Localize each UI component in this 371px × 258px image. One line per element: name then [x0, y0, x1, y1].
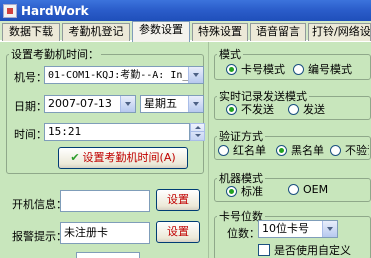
mode-number-label: 编号模式: [308, 63, 352, 76]
custom-bits-checkbox[interactable]: 是否使用自定义: [258, 242, 351, 258]
verify-none-radio[interactable]: 不验证: [330, 142, 369, 158]
tab-bell-network[interactable]: 打铃/网络设: [308, 23, 371, 41]
alert-tip-input[interactable]: 未注册卡: [60, 222, 150, 244]
realtime-no-send-radio[interactable]: 不发送: [226, 101, 274, 117]
machine-mode-standard-radio[interactable]: 标准: [226, 183, 263, 199]
verify-red-list-label: 红名单: [233, 144, 266, 157]
chevron-down-icon[interactable]: [188, 67, 203, 83]
time-spinner[interactable]: [190, 123, 205, 141]
partial-field[interactable]: [76, 252, 140, 258]
mode-card-radio[interactable]: 卡号模式: [226, 61, 285, 77]
set-machine-time-label: 设置考勤机时间(A): [82, 151, 176, 164]
radio-unselected-icon: [288, 184, 299, 195]
radio-unselected-icon: [293, 63, 304, 75]
radio-selected-icon: [226, 103, 237, 115]
tab-voice-message[interactable]: 语音留言: [250, 23, 306, 41]
date-picker[interactable]: 2007-07-13: [44, 95, 136, 113]
chevron-down-icon[interactable]: [120, 96, 135, 112]
tab-machine-register[interactable]: 考勤机登记: [62, 23, 130, 41]
checkmark-icon: ✔: [70, 151, 80, 164]
realtime-send-label: 发送: [303, 103, 325, 116]
card-bits-select[interactable]: 10位卡号: [258, 220, 338, 238]
radio-selected-icon: [226, 185, 237, 197]
set-machine-time-button[interactable]: ✔ 设置考勤机时间(A): [58, 147, 188, 169]
machine-label: 机号：: [14, 71, 47, 84]
radio-unselected-icon: [288, 103, 299, 115]
verify-black-list-radio[interactable]: 黑名单: [276, 142, 324, 158]
weekday-select[interactable]: 星期五: [140, 95, 204, 113]
window-title: HardWork: [21, 3, 89, 18]
machine-select-value: 01-COM1-KQJ:考勤--A: In_Out-: [48, 70, 204, 81]
startup-info-input[interactable]: [60, 190, 150, 212]
card-bits-value: 10位卡号: [262, 222, 309, 235]
date-label: 日期：: [14, 100, 47, 113]
machine-mode-oem-radio[interactable]: OEM: [288, 183, 328, 196]
mode-number-radio[interactable]: 编号模式: [293, 61, 352, 77]
tab-parameter-settings[interactable]: 参数设置: [132, 21, 190, 42]
spin-up-icon[interactable]: [191, 124, 204, 132]
radio-unselected-icon: [218, 144, 229, 156]
time-settings-legend: 设置考勤机时间：: [11, 48, 99, 61]
mode-card-label: 卡号模式: [241, 63, 285, 76]
date-value: 2007-07-13: [48, 97, 112, 110]
weekday-value: 星期五: [144, 97, 177, 110]
app-icon: [3, 3, 17, 18]
startup-info-set-button[interactable]: 设置: [156, 189, 200, 211]
spin-down-icon[interactable]: [191, 132, 204, 140]
chevron-down-icon[interactable]: [188, 96, 203, 112]
mode-legend: 模式: [219, 48, 241, 61]
column-divider: [208, 42, 209, 258]
tab-data-download[interactable]: 数据下载: [2, 23, 60, 41]
time-input[interactable]: 15:21: [44, 123, 190, 141]
realtime-send-radio[interactable]: 发送: [288, 101, 325, 117]
checkbox-unchecked-icon: [258, 244, 270, 256]
realtime-no-send-label: 不发送: [241, 103, 274, 116]
time-label: 时间：: [14, 128, 47, 141]
alert-tip-label: 报警提示：: [12, 230, 67, 243]
machine-mode-oem-label: OEM: [303, 183, 329, 196]
card-bits-label: 位数：: [227, 227, 260, 240]
radio-selected-icon: [226, 63, 237, 75]
title-bar: HardWork: [0, 0, 371, 21]
verify-none-label: 不验证: [345, 144, 369, 157]
verify-black-list-label: 黑名单: [291, 144, 324, 157]
machine-mode-standard-label: 标准: [241, 185, 263, 198]
machine-select[interactable]: 01-COM1-KQJ:考勤--A: In_Out-: [44, 66, 204, 84]
tab-strip: 数据下载 考勤机登记 参数设置 特殊设置 语音留言 打铃/网络设: [0, 21, 371, 42]
custom-bits-label: 是否使用自定义: [274, 244, 351, 257]
alert-tip-set-button[interactable]: 设置: [156, 221, 200, 243]
verify-red-list-radio[interactable]: 红名单: [218, 142, 266, 158]
chevron-down-icon[interactable]: [322, 221, 337, 237]
tab-special-settings[interactable]: 特殊设置: [192, 23, 248, 41]
radio-unselected-icon: [330, 144, 341, 156]
startup-info-label: 开机信息：: [12, 198, 67, 211]
radio-selected-icon: [276, 144, 287, 156]
